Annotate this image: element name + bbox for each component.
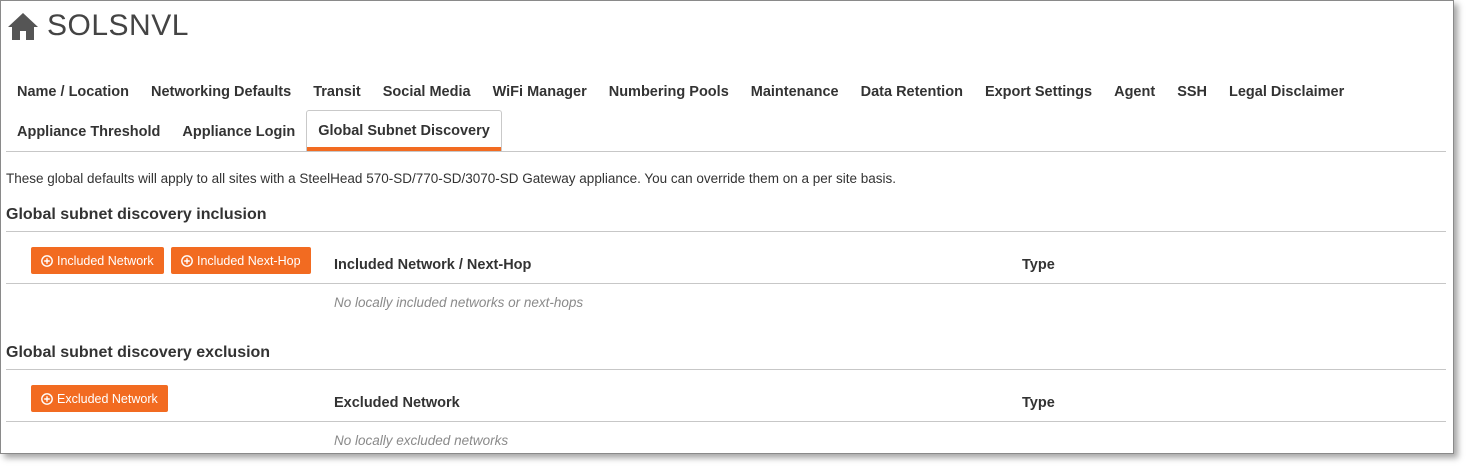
exclusion-divider	[6, 369, 1446, 370]
inclusion-empty-message: No locally included networks or next-hop…	[334, 295, 584, 310]
tab-global-subnet-discovery[interactable]: Global Subnet Discovery	[306, 110, 502, 151]
exclusion-table-divider	[6, 421, 1446, 422]
tab-agent[interactable]: Agent	[1103, 74, 1166, 111]
exclusion-col-network[interactable]: Excluded Network	[334, 395, 460, 411]
app-window: SOLSNVL Name / Location Networking Defau…	[0, 0, 1454, 454]
tab-row-2: Appliance Threshold Appliance Login Glob…	[6, 110, 1446, 151]
tab-ssh[interactable]: SSH	[1166, 74, 1218, 111]
add-excluded-network-button[interactable]: Excluded Network	[31, 385, 168, 412]
tab-name-location[interactable]: Name / Location	[6, 74, 140, 111]
tab-transit[interactable]: Transit	[302, 74, 372, 111]
inclusion-table-divider	[6, 283, 1446, 284]
exclusion-col-type[interactable]: Type	[1022, 395, 1055, 411]
tab-maintenance[interactable]: Maintenance	[740, 74, 850, 111]
add-included-network-label: Included Network	[57, 253, 154, 268]
plus-circle-icon	[181, 254, 193, 267]
tab-legal-disclaimer[interactable]: Legal Disclaimer	[1218, 74, 1355, 111]
add-excluded-network-label: Excluded Network	[57, 391, 158, 406]
inclusion-col-network[interactable]: Included Network / Next-Hop	[334, 257, 531, 273]
inclusion-divider	[6, 231, 1446, 232]
tab-networking-defaults[interactable]: Networking Defaults	[140, 74, 302, 111]
tab-data-retention[interactable]: Data Retention	[850, 74, 974, 111]
exclusion-empty-message: No locally excluded networks	[334, 433, 509, 448]
add-included-network-button[interactable]: Included Network	[31, 247, 164, 274]
tab-export-settings[interactable]: Export Settings	[974, 74, 1103, 111]
exclusion-section-title: Global subnet discovery exclusion	[6, 344, 271, 361]
tabs-divider	[6, 151, 1446, 152]
inclusion-col-type[interactable]: Type	[1022, 257, 1055, 273]
settings-tabs: Name / Location Networking Defaults Tran…	[6, 71, 1446, 152]
tab-appliance-threshold[interactable]: Appliance Threshold	[6, 114, 171, 151]
add-included-nexthop-button[interactable]: Included Next-Hop	[171, 247, 311, 274]
page-header: SOLSNVL	[7, 9, 189, 43]
plus-circle-icon	[41, 392, 53, 405]
tab-wifi-manager[interactable]: WiFi Manager	[482, 74, 598, 111]
site-title: SOLSNVL	[47, 9, 189, 42]
tab-appliance-login[interactable]: Appliance Login	[171, 114, 306, 151]
tab-row-1: Name / Location Networking Defaults Tran…	[6, 71, 1446, 111]
tab-numbering-pools[interactable]: Numbering Pools	[598, 74, 740, 111]
plus-circle-icon	[41, 254, 53, 267]
inclusion-section-title: Global subnet discovery inclusion	[6, 206, 267, 223]
intro-text: These global defaults will apply to all …	[6, 171, 897, 186]
tab-social-media[interactable]: Social Media	[372, 74, 482, 111]
add-included-nexthop-label: Included Next-Hop	[197, 253, 301, 268]
home-icon[interactable]	[7, 11, 39, 41]
